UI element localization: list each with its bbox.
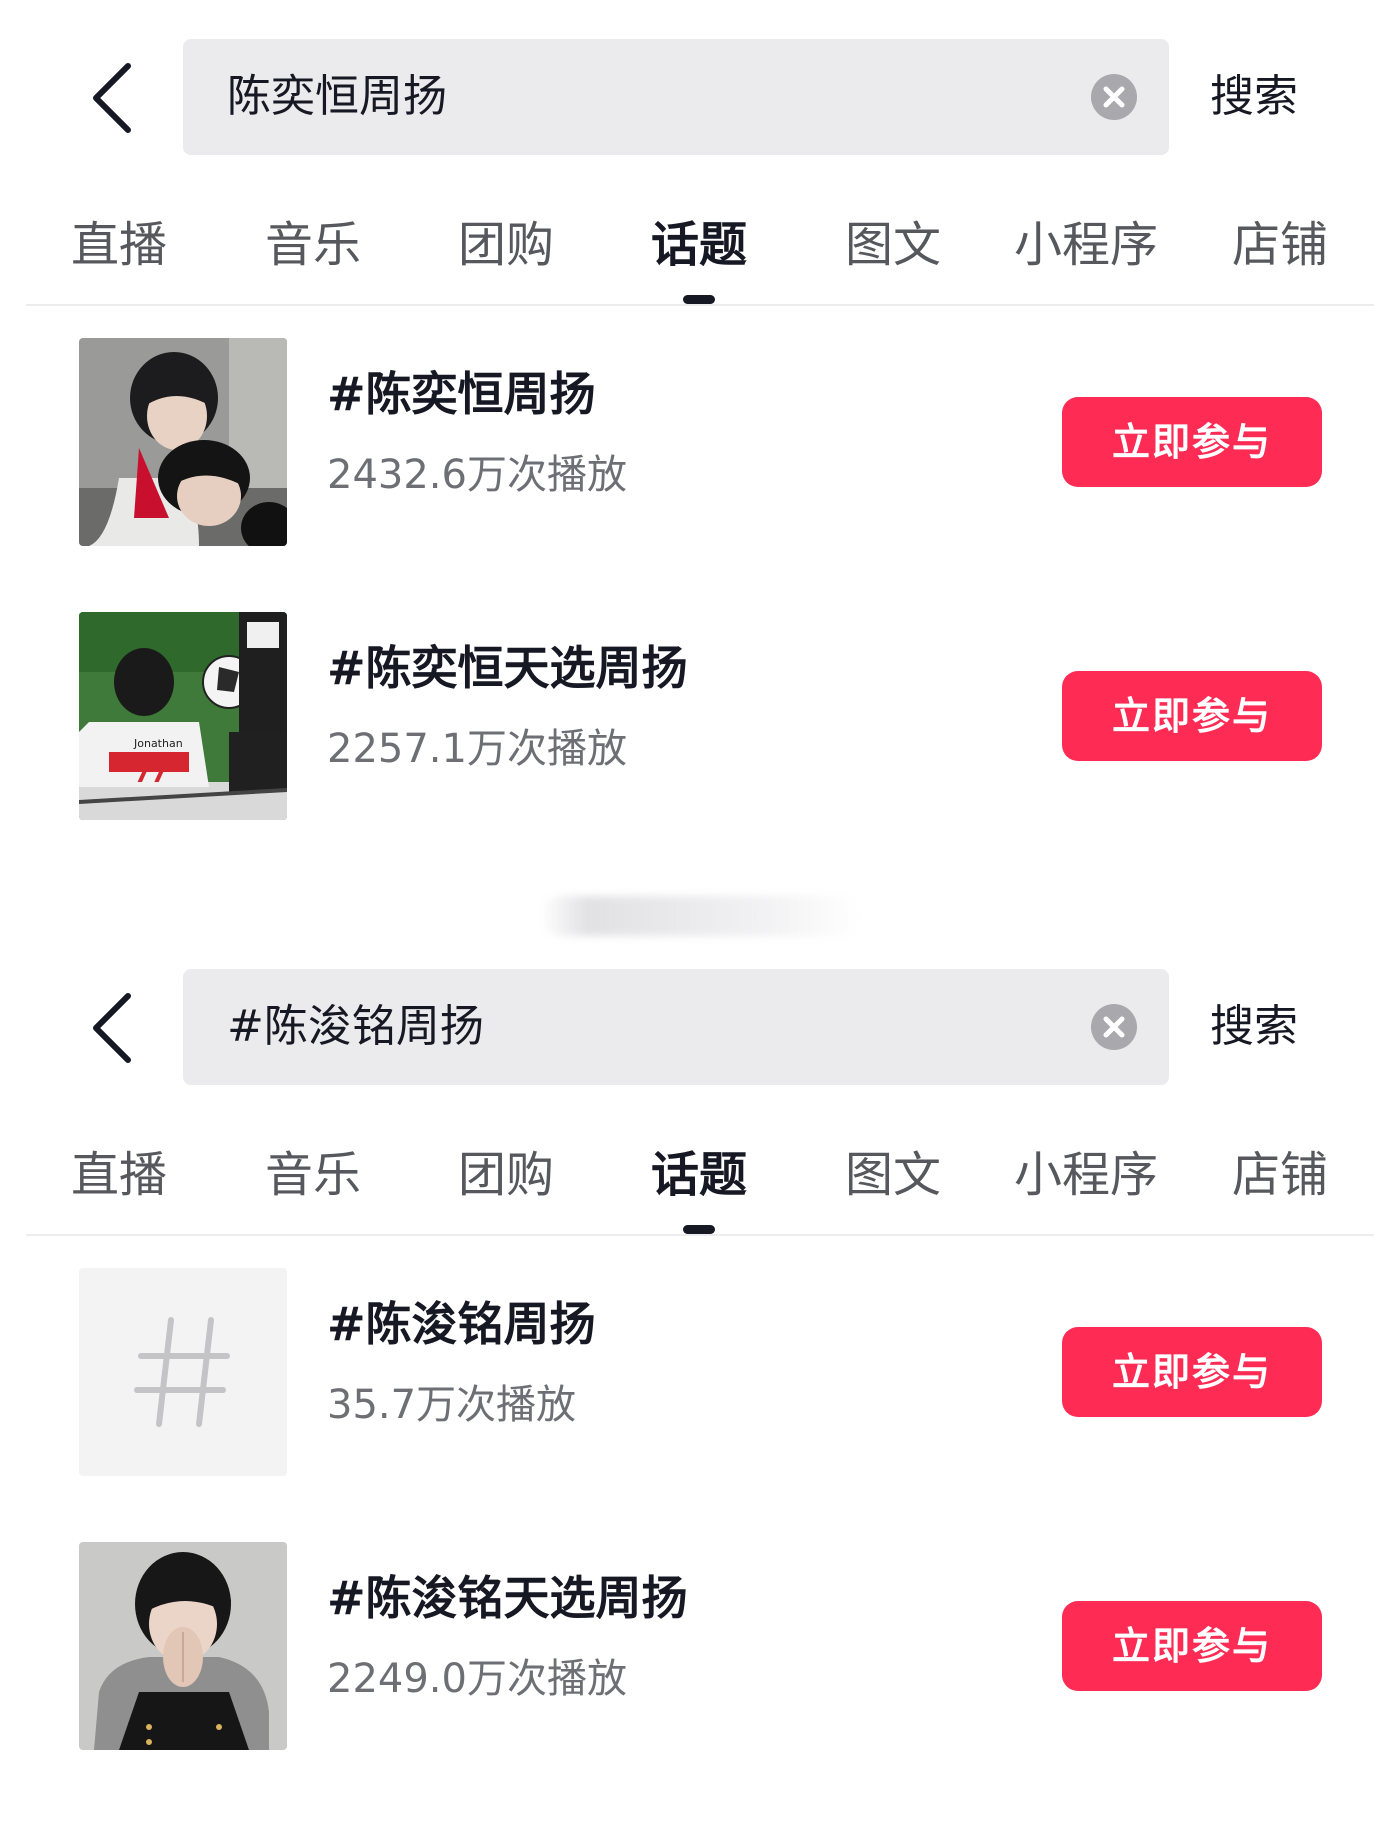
topic-thumbnail[interactable]	[79, 338, 287, 546]
tab-shops[interactable]: 店铺	[1232, 195, 1328, 295]
search-input[interactable]: 陈奕恒周扬	[183, 39, 1169, 155]
tab-mini-programs[interactable]: 小程序	[1014, 1125, 1158, 1225]
search-query-text: #陈浚铭周扬	[227, 1001, 484, 1052]
tab-group-buy[interactable]: 团购	[458, 1125, 554, 1225]
search-button[interactable]: 搜索	[1210, 39, 1298, 155]
svg-text:Jonathan: Jonathan	[133, 737, 183, 750]
photo-portrait-image	[79, 338, 287, 546]
topic-thumbnail[interactable]	[79, 1542, 287, 1750]
topic-row[interactable]: Jonathan 77 #陈奕恒天选周扬 2257.1万次播放 立即参与	[0, 612, 1400, 820]
join-topic-button[interactable]: 立即参与	[1062, 397, 1322, 487]
tab-mini-programs[interactable]: 小程序	[1014, 195, 1158, 295]
hashtag-icon	[134, 1317, 230, 1427]
tab-shops[interactable]: 店铺	[1232, 1125, 1328, 1225]
tab-group-buy[interactable]: 团购	[458, 195, 554, 295]
clear-search-button[interactable]	[1091, 1004, 1137, 1050]
back-button[interactable]	[82, 58, 144, 138]
divider	[26, 1234, 1374, 1236]
tab-topics[interactable]: 话题	[651, 195, 747, 295]
join-topic-button[interactable]: 立即参与	[1062, 1601, 1322, 1691]
photo-portrait-hands-image	[79, 1542, 287, 1750]
chevron-left-icon	[93, 993, 131, 1063]
tab-music[interactable]: 音乐	[265, 1125, 361, 1225]
topic-row[interactable]: #陈浚铭天选周扬 2249.0万次播放 立即参与	[0, 1542, 1400, 1750]
topic-thumbnail[interactable]: Jonathan 77	[79, 612, 287, 820]
active-tab-indicator	[683, 1225, 715, 1234]
tab-live[interactable]: 直播	[71, 1125, 167, 1225]
photo-football-image: Jonathan 77	[79, 612, 287, 820]
active-tab-indicator	[683, 295, 715, 304]
search-header: #陈浚铭周扬 搜索	[0, 930, 1400, 1125]
join-topic-button[interactable]: 立即参与	[1062, 1327, 1322, 1417]
tab-image-text[interactable]: 图文	[845, 1125, 941, 1225]
divider	[26, 304, 1374, 306]
back-button[interactable]	[82, 988, 144, 1068]
topic-thumbnail[interactable]	[79, 1268, 287, 1476]
topic-title[interactable]: #陈奕恒周扬	[327, 366, 596, 422]
topic-title[interactable]: #陈奕恒天选周扬	[327, 640, 688, 696]
tab-image-text[interactable]: 图文	[845, 195, 941, 295]
topic-title[interactable]: #陈浚铭周扬	[327, 1296, 596, 1352]
play-count: 2432.6万次播放	[327, 452, 627, 498]
join-topic-button[interactable]: 立即参与	[1062, 671, 1322, 761]
topic-title[interactable]: #陈浚铭天选周扬	[327, 1570, 688, 1626]
search-query-text: 陈奕恒周扬	[227, 71, 447, 122]
category-tabs: 直播 音乐 团购 话题 图文 小程序 店铺	[0, 1125, 1400, 1236]
search-button[interactable]: 搜索	[1210, 969, 1298, 1085]
search-input[interactable]: #陈浚铭周扬	[183, 969, 1169, 1085]
play-count: 35.7万次播放	[327, 1382, 577, 1428]
tab-topics[interactable]: 话题	[651, 1125, 747, 1225]
chevron-left-icon	[93, 63, 131, 133]
close-icon	[1103, 86, 1125, 108]
search-header: 陈奕恒周扬 搜索	[0, 0, 1400, 195]
clear-search-button[interactable]	[1091, 74, 1137, 120]
close-icon	[1103, 1016, 1125, 1038]
play-count: 2249.0万次播放	[327, 1656, 627, 1702]
category-tabs: 直播 音乐 团购 话题 图文 小程序 店铺	[0, 195, 1400, 306]
topic-row[interactable]: #陈奕恒周扬 2432.6万次播放 立即参与	[0, 338, 1400, 546]
tab-music[interactable]: 音乐	[265, 195, 361, 295]
tab-live[interactable]: 直播	[71, 195, 167, 295]
svg-text:77: 77	[134, 760, 167, 788]
play-count: 2257.1万次播放	[327, 726, 627, 772]
topic-row[interactable]: #陈浚铭周扬 35.7万次播放 立即参与	[0, 1268, 1400, 1476]
